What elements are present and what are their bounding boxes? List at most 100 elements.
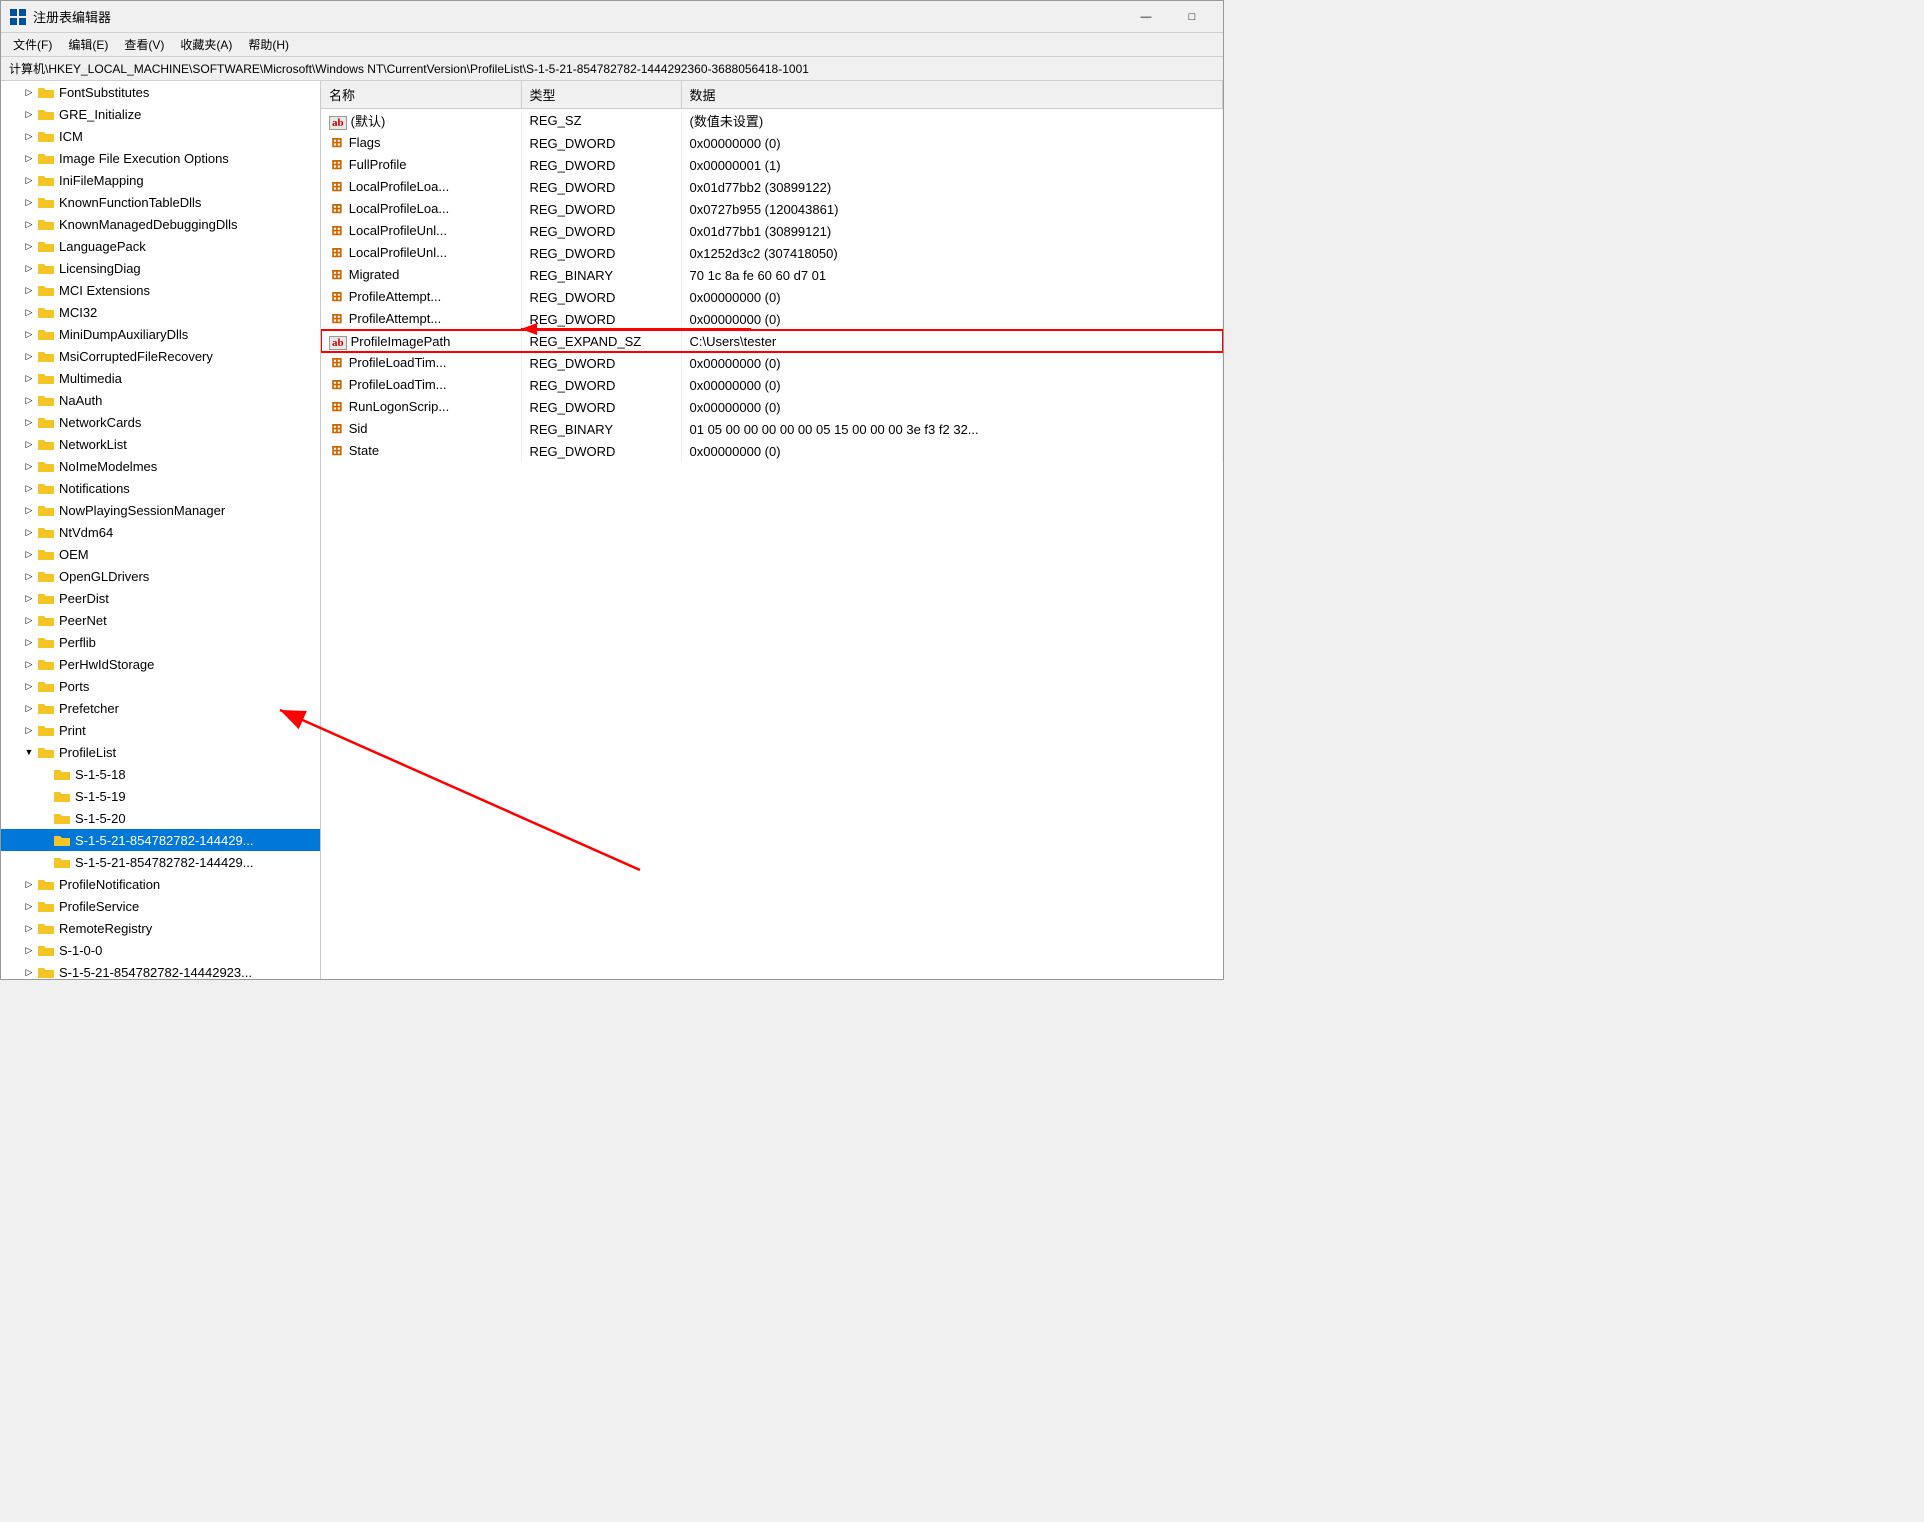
registry-row-4[interactable]: ⊞LocalProfileLoa...REG_DWORD0x0727b955 (… (321, 198, 1223, 220)
tree-item-ProfileService[interactable]: ▷ ProfileService (1, 895, 320, 917)
tree-item-NoIme[interactable]: ▷ NoImeModelmes (1, 455, 320, 477)
expand-icon: ▷ (21, 84, 37, 100)
tree-item-IniFileMapping[interactable]: ▷ IniFileMapping (1, 169, 320, 191)
menu-favorites[interactable]: 收藏夹(A) (172, 34, 240, 55)
expand-icon: ▷ (21, 634, 37, 650)
registry-row-12[interactable]: ⊞ProfileLoadTim...REG_DWORD0x00000000 (0… (321, 374, 1223, 396)
col-data: 数据 (681, 81, 1223, 109)
tree-item-PerHwId[interactable]: ▷ PerHwIdStorage (1, 653, 320, 675)
folder-icon (37, 503, 55, 517)
registry-row-11[interactable]: ⊞ProfileLoadTim...REG_DWORD0x00000000 (0… (321, 352, 1223, 374)
tree-item-LicensingDiag[interactable]: ▷ LicensingDiag (1, 257, 320, 279)
menu-help[interactable]: 帮助(H) (240, 34, 297, 55)
registry-row-5[interactable]: ⊞LocalProfileUnl...REG_DWORD0x01d77bb1 (… (321, 220, 1223, 242)
tree-item-MCIExtensions[interactable]: ▷ MCI Extensions (1, 279, 320, 301)
breadcrumb: 计算机\HKEY_LOCAL_MACHINE\SOFTWARE\Microsof… (1, 57, 1223, 81)
tree-item-S1521-2[interactable]: S-1-5-21-854782782-144429... (1, 851, 320, 873)
tree-item-NetworkCards[interactable]: ▷ NetworkCards (1, 411, 320, 433)
registry-row-2[interactable]: ⊞FullProfileREG_DWORD0x00000001 (1) (321, 154, 1223, 176)
menu-edit[interactable]: 编辑(E) (60, 34, 116, 55)
maximize-button[interactable]: □ (1169, 1, 1215, 33)
expand-icon: ▼ (21, 744, 37, 760)
tree-item-MsiCorrupted[interactable]: ▷ MsiCorruptedFileRecovery (1, 345, 320, 367)
tree-item-GRE[interactable]: ▷ GRE_Initialize (1, 103, 320, 125)
folder-icon (37, 569, 55, 583)
tree-item-NowPlaying[interactable]: ▷ NowPlayingSessionManager (1, 499, 320, 521)
tree-item-S100[interactable]: ▷ S-1-0-0 (1, 939, 320, 961)
folder-icon (37, 415, 55, 429)
tree-item-S1518[interactable]: S-1-5-18 (1, 763, 320, 785)
menu-file[interactable]: 文件(F) (5, 34, 60, 55)
registry-row-13[interactable]: ⊞RunLogonScrip...REG_DWORD0x00000000 (0) (321, 396, 1223, 418)
tree-item-KnownManaged[interactable]: ▷ KnownManagedDebuggingDlls (1, 213, 320, 235)
folder-icon (37, 261, 55, 275)
tree-item-MiniDump[interactable]: ▷ MiniDumpAuxiliaryDlls (1, 323, 320, 345)
folder-icon (37, 701, 55, 715)
minimize-button[interactable]: — (1123, 1, 1169, 33)
tree-item-NetworkList[interactable]: ▷ NetworkList (1, 433, 320, 455)
expand-icon: ▷ (21, 172, 37, 188)
expand-icon: ▷ (21, 128, 37, 144)
menu-view[interactable]: 查看(V) (116, 34, 172, 55)
folder-icon (37, 745, 55, 759)
expand-icon: ▷ (21, 964, 37, 979)
tree-item-S1519[interactable]: S-1-5-19 (1, 785, 320, 807)
tree-item-S1521-long[interactable]: ▷ S-1-5-21-854782782-14442923... (1, 961, 320, 979)
tree-item-ICM[interactable]: ▷ ICM (1, 125, 320, 147)
col-name: 名称 (321, 81, 521, 109)
registry-row-6[interactable]: ⊞LocalProfileUnl...REG_DWORD0x1252d3c2 (… (321, 242, 1223, 264)
expand-icon: ▷ (21, 898, 37, 914)
tree-item-RemoteRegistry[interactable]: ▷ RemoteRegistry (1, 917, 320, 939)
tree-item-Notifications[interactable]: ▷ Notifications (1, 477, 320, 499)
folder-icon (37, 613, 55, 627)
tree-item-S1520[interactable]: S-1-5-20 (1, 807, 320, 829)
registry-row-9[interactable]: ⊞ProfileAttempt...REG_DWORD0x00000000 (0… (321, 308, 1223, 330)
folder-icon (37, 85, 55, 99)
reg-type-icon: ⊞ (329, 400, 345, 415)
tree-item-Perflib[interactable]: ▷ Perflib (1, 631, 320, 653)
registry-row-14[interactable]: ⊞SidREG_BINARY01 05 00 00 00 00 00 05 15… (321, 418, 1223, 440)
tree-item-S1521-1[interactable]: S-1-5-21-854782782-144429... (1, 829, 320, 851)
tree-item-IFEO[interactable]: ▷ Image File Execution Options (1, 147, 320, 169)
registry-row-3[interactable]: ⊞LocalProfileLoa...REG_DWORD0x01d77bb2 (… (321, 176, 1223, 198)
tree-item-Multimedia[interactable]: ▷ Multimedia (1, 367, 320, 389)
registry-row-10[interactable]: abProfileImagePathREG_EXPAND_SZC:\Users\… (321, 330, 1223, 352)
tree-item-OEM[interactable]: ▷ OEM (1, 543, 320, 565)
registry-tree[interactable]: ▷ FontSubstitutes ▷ GRE_Initialize ▷ ICM… (1, 81, 321, 979)
registry-row-7[interactable]: ⊞MigratedREG_BINARY70 1c 8a fe 60 60 d7 … (321, 264, 1223, 286)
expand-icon: ▷ (21, 568, 37, 584)
reg-type-icon: ⊞ (329, 158, 345, 173)
tree-item-KnownFunctionTableDlls[interactable]: ▷ KnownFunctionTableDlls (1, 191, 320, 213)
registry-row-15[interactable]: ⊞StateREG_DWORD0x00000000 (0) (321, 440, 1223, 462)
tree-item-Print[interactable]: ▷ Print (1, 719, 320, 741)
registry-row-1[interactable]: ⊞FlagsREG_DWORD0x00000000 (0) (321, 132, 1223, 154)
expand-icon: ▷ (21, 216, 37, 232)
tree-item-ProfileList[interactable]: ▼ ProfileList (1, 741, 320, 763)
folder-icon (37, 547, 55, 561)
registry-row-8[interactable]: ⊞ProfileAttempt...REG_DWORD0x00000000 (0… (321, 286, 1223, 308)
folder-icon (37, 129, 55, 143)
folder-icon (53, 811, 71, 825)
expand-icon: ▷ (21, 502, 37, 518)
expand-icon (37, 810, 53, 826)
tree-item-Ports[interactable]: ▷ Ports (1, 675, 320, 697)
tree-item-ProfileNotification[interactable]: ▷ ProfileNotification (1, 873, 320, 895)
tree-item-NaAuth[interactable]: ▷ NaAuth (1, 389, 320, 411)
tree-item-MCI32[interactable]: ▷ MCI32 (1, 301, 320, 323)
folder-icon (37, 217, 55, 231)
tree-item-OpenGLDrivers[interactable]: ▷ OpenGLDrivers (1, 565, 320, 587)
registry-row-0[interactable]: ab(默认)REG_SZ(数值未设置) (321, 109, 1223, 133)
expand-icon (37, 854, 53, 870)
tree-item-LanguagePack[interactable]: ▷ LanguagePack (1, 235, 320, 257)
folder-icon (37, 591, 55, 605)
tree-item-PeerNet[interactable]: ▷ PeerNet (1, 609, 320, 631)
reg-type-icon: ab (329, 336, 347, 350)
tree-item-NtVdm64[interactable]: ▷ NtVdm64 (1, 521, 320, 543)
reg-type-icon: ⊞ (329, 136, 345, 151)
reg-type-icon: ⊞ (329, 444, 345, 459)
folder-icon (37, 437, 55, 451)
tree-item-Prefetcher[interactable]: ▷ Prefetcher (1, 697, 320, 719)
tree-item-PeerDist[interactable]: ▷ PeerDist (1, 587, 320, 609)
expand-icon: ▷ (21, 480, 37, 496)
tree-item-FontSubstitutes[interactable]: ▷ FontSubstitutes (1, 81, 320, 103)
